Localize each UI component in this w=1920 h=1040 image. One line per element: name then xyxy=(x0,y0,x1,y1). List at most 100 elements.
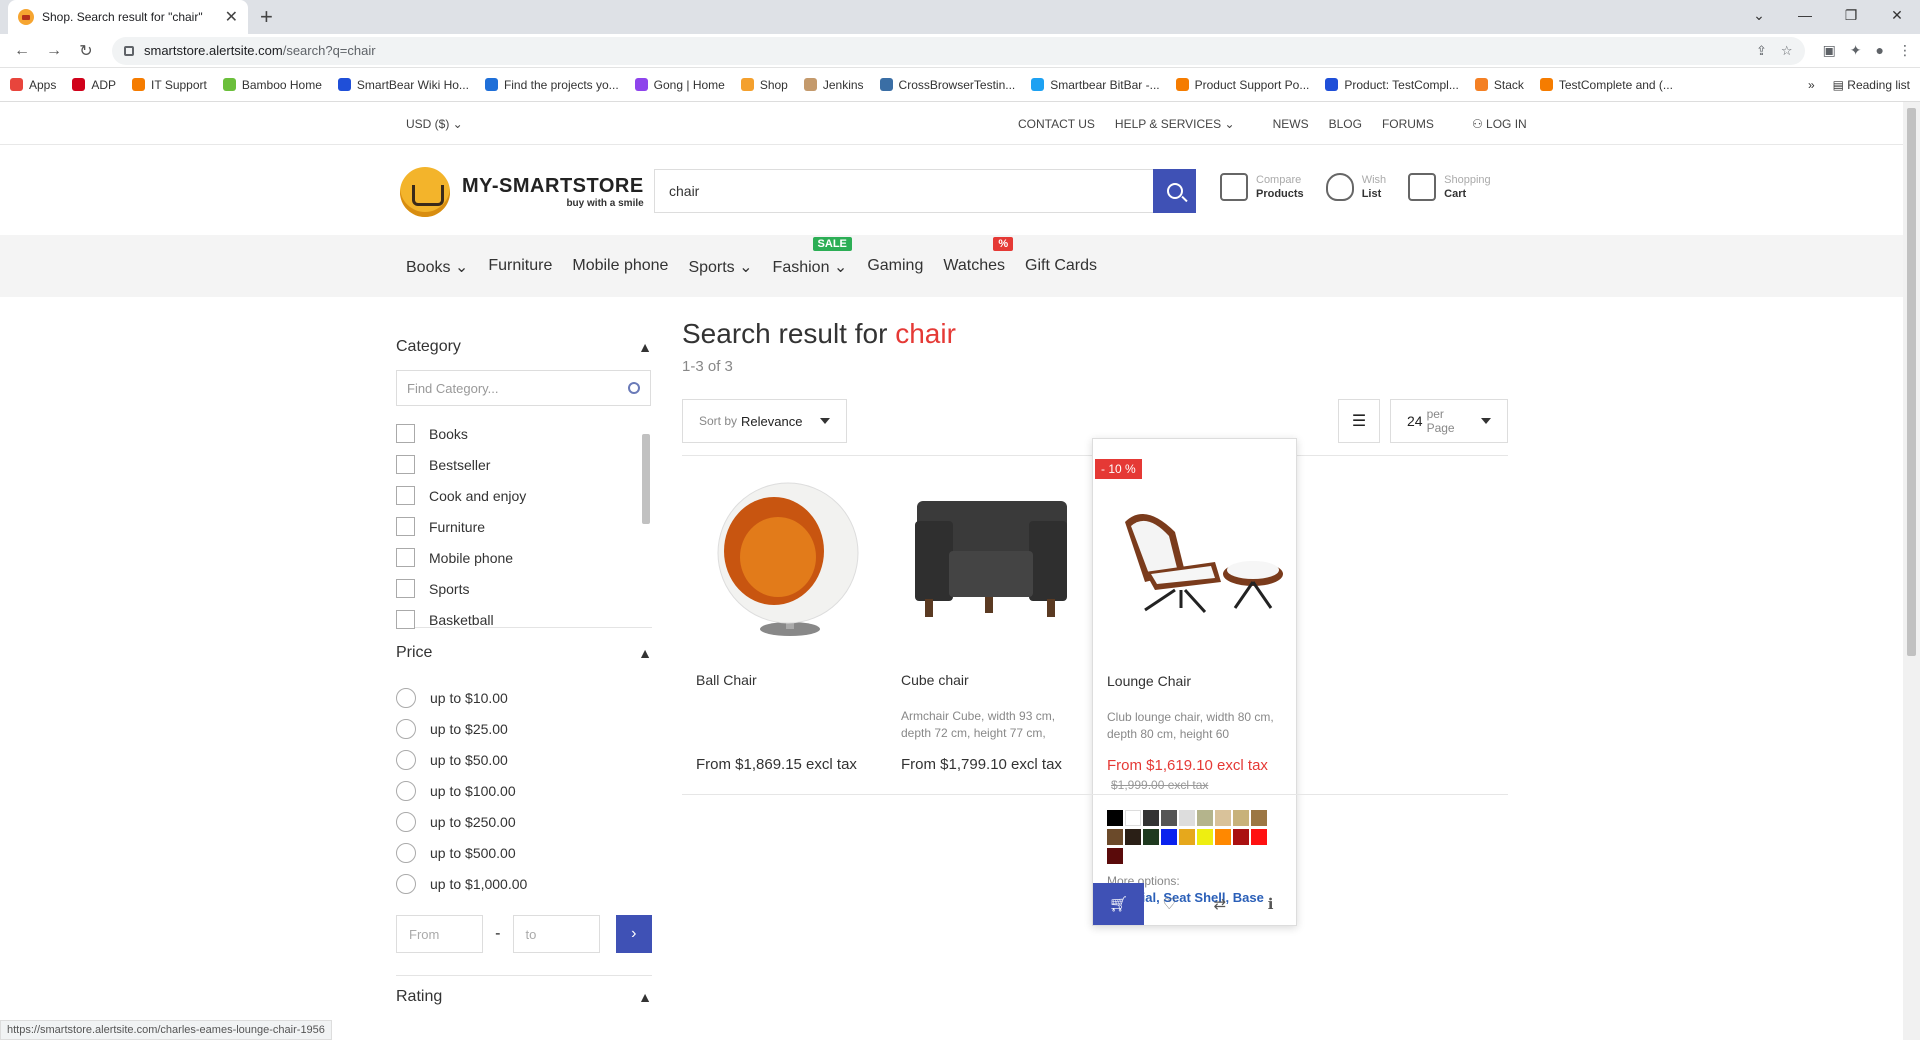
bookmark-item[interactable]: IT Support xyxy=(132,78,207,92)
profile-icon[interactable]: ● xyxy=(1876,42,1884,59)
product-image[interactable] xyxy=(682,456,887,656)
window-close-icon[interactable]: ✕ xyxy=(1874,0,1920,30)
search-input[interactable] xyxy=(654,169,1153,213)
color-swatch[interactable] xyxy=(1125,829,1141,845)
login-link[interactable]: ⚇ LOG IN xyxy=(1472,117,1527,131)
color-swatch[interactable] xyxy=(1179,810,1195,826)
shopping-cart-link[interactable]: Shopping Cart xyxy=(1408,173,1491,201)
chevron-up-icon[interactable]: ▲ xyxy=(638,645,652,661)
price-radio[interactable] xyxy=(396,718,416,739)
color-swatch[interactable] xyxy=(1125,810,1141,826)
chevron-double-icon[interactable]: » xyxy=(1808,78,1815,92)
price-option[interactable]: up to $100.00 xyxy=(396,775,652,806)
currency-selector[interactable]: USD ($) ⌄ xyxy=(406,117,463,131)
category-checkbox[interactable] xyxy=(396,486,415,505)
apply-price-button[interactable]: › xyxy=(615,915,652,953)
price-to-input[interactable]: to xyxy=(512,915,600,953)
bookmark-item[interactable]: SmartBear Wiki Ho... xyxy=(337,78,469,92)
product-info-button[interactable]: ℹ xyxy=(1245,883,1296,925)
category-item[interactable]: Books xyxy=(396,418,652,449)
nav-gift-cards[interactable]: Gift Cards xyxy=(1025,257,1097,277)
price-radio[interactable] xyxy=(396,687,416,708)
rating-section-header[interactable]: Rating ▲ xyxy=(396,975,652,1005)
price-from-input[interactable]: From xyxy=(396,915,484,953)
category-item[interactable]: Sports xyxy=(396,573,652,604)
bookmark-item[interactable]: Smartbear BitBar -... xyxy=(1031,78,1160,92)
search-button[interactable] xyxy=(1153,169,1196,213)
nav-gaming[interactable]: Gaming xyxy=(867,257,923,277)
add-to-cart-button[interactable]: 🛒︎ xyxy=(1093,883,1144,925)
bookmark-item[interactable]: ADP xyxy=(72,78,116,92)
bookmark-item[interactable]: Shop xyxy=(740,78,788,92)
category-checkbox[interactable] xyxy=(396,548,415,567)
category-item[interactable]: Furniture xyxy=(396,511,652,542)
color-swatch[interactable] xyxy=(1215,810,1231,826)
bookmark-item[interactable]: TestComplete and (... xyxy=(1539,78,1673,92)
category-section-header[interactable]: Category ▲ xyxy=(396,332,652,362)
minimize-icon[interactable]: — xyxy=(1782,0,1828,30)
price-radio[interactable] xyxy=(396,749,416,770)
price-option[interactable]: up to $10.00 xyxy=(396,682,652,713)
reading-list-button[interactable]: ▤ Reading list xyxy=(1833,78,1910,92)
color-swatch[interactable] xyxy=(1233,810,1249,826)
price-radio[interactable] xyxy=(396,811,416,832)
page-scrollbar-thumb[interactable] xyxy=(1907,108,1916,656)
color-swatch[interactable] xyxy=(1143,829,1159,845)
bookmark-item[interactable]: Apps xyxy=(10,78,56,92)
list-view-button[interactable]: ☰ xyxy=(1338,399,1380,443)
chevron-up-icon[interactable]: ▲ xyxy=(638,339,652,355)
color-swatch[interactable] xyxy=(1107,810,1123,826)
product-card[interactable]: Cube chair Armchair Cube, width 93 cm, d… xyxy=(887,456,1092,773)
scrollbar-thumb[interactable] xyxy=(642,434,650,524)
store-logo[interactable]: MY-SMARTSTORE buy with a smile xyxy=(400,167,644,217)
color-swatch[interactable] xyxy=(1143,810,1159,826)
price-option[interactable]: up to $50.00 xyxy=(396,744,652,775)
price-radio[interactable] xyxy=(396,842,416,863)
forums-link[interactable]: FORUMS xyxy=(1382,117,1434,131)
wish-list-link[interactable]: Wish List xyxy=(1325,173,1386,201)
price-radio[interactable] xyxy=(396,780,416,801)
puzzle-icon[interactable]: ✦ xyxy=(1850,42,1862,59)
color-swatch[interactable] xyxy=(1179,829,1195,845)
price-section-header[interactable]: Price ▲ xyxy=(396,638,652,668)
forward-icon[interactable]: → xyxy=(40,42,68,60)
lock-icon[interactable] xyxy=(124,45,134,56)
bookmark-item[interactable]: Bamboo Home xyxy=(222,78,322,92)
color-swatch[interactable] xyxy=(1251,810,1267,826)
color-swatch[interactable] xyxy=(1161,829,1177,845)
category-item[interactable]: Cook and enjoy xyxy=(396,480,652,511)
per-page-dropdown[interactable]: 24 per Page xyxy=(1390,399,1508,443)
category-checkbox[interactable] xyxy=(396,424,415,443)
bookmark-item[interactable]: Jenkins xyxy=(803,78,864,92)
new-tab-icon[interactable]: + xyxy=(260,4,273,30)
color-swatch[interactable] xyxy=(1107,848,1123,864)
bookmark-item[interactable]: Stack xyxy=(1474,78,1524,92)
category-item[interactable]: Basketball xyxy=(396,604,652,635)
bookmark-item[interactable]: CrossBrowserTestin... xyxy=(879,78,1015,92)
price-option[interactable]: up to $25.00 xyxy=(396,713,652,744)
category-checkbox[interactable] xyxy=(396,579,415,598)
restore-icon[interactable]: ❐ xyxy=(1828,0,1874,30)
color-swatch[interactable] xyxy=(1161,810,1177,826)
color-swatch[interactable] xyxy=(1107,829,1123,845)
nav-furniture[interactable]: Furniture xyxy=(488,257,552,277)
tab-close-icon[interactable]: ✕ xyxy=(225,7,238,27)
chevron-up-icon[interactable]: ▲ xyxy=(638,989,652,1005)
product-name[interactable]: Cube chair xyxy=(887,672,1092,688)
bookmark-item[interactable]: Product: TestCompl... xyxy=(1325,78,1459,92)
blog-link[interactable]: BLOG xyxy=(1329,117,1362,131)
contact-link[interactable]: CONTACT US xyxy=(1018,117,1095,131)
nav-fashion[interactable]: SALE Fashion ⌄ xyxy=(773,237,852,277)
color-swatch[interactable] xyxy=(1215,829,1231,845)
news-link[interactable]: NEWS xyxy=(1273,117,1309,131)
help-services-menu[interactable]: HELP & SERVICES ⌄ xyxy=(1115,117,1235,131)
bookmark-item[interactable]: Find the projects yo... xyxy=(484,78,619,92)
product-name[interactable]: Ball Chair xyxy=(682,672,887,688)
color-swatch[interactable] xyxy=(1197,829,1213,845)
bookmark-item[interactable]: Gong | Home xyxy=(634,78,725,92)
compare-products-link[interactable]: Compare Products xyxy=(1220,173,1304,201)
extension-icon[interactable]: ▣ xyxy=(1823,42,1836,59)
price-option[interactable]: up to $250.00 xyxy=(396,806,652,837)
tab-search-icon[interactable]: ⌄ xyxy=(1736,0,1782,30)
nav-watches[interactable]: % Watches xyxy=(943,237,1014,277)
